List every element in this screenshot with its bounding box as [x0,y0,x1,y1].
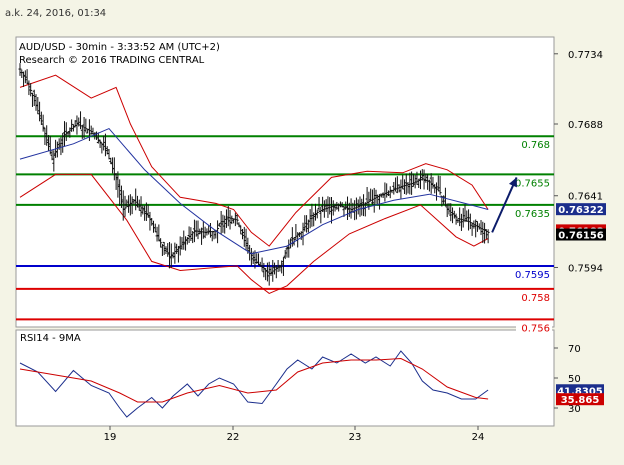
level-label: 0.758 [521,293,550,304]
rsi-panel [15,329,555,427]
level-label: 0.768 [521,140,550,151]
rsi-badge-label: 35.865 [561,395,600,406]
price-badge-label: 0.76322 [558,205,604,216]
rsi-badges: 41.830535.865 [556,384,604,406]
header-date: a.k. 24, 2016, 01:34 [5,8,106,19]
time-tick-label: 19 [104,432,117,443]
price-badge-label: 0.76156 [558,231,604,242]
price-tick-label: 0.7688 [568,120,603,131]
chart-title: AUD/USD - 30min - 3:33:52 AM (UTC+2) [19,42,220,53]
rsi-title: RSI14 - 9MA [20,333,81,344]
rsi-tick-label: 50 [568,374,581,385]
chart-credit: Research © 2016 TRADING CENTRAL [19,55,205,66]
level-label: 0.756 [521,323,550,334]
time-tick-label: 23 [349,432,362,443]
price-tick-label: 0.7594 [568,263,603,274]
level-label: 0.7635 [515,209,550,220]
price-tick-label: 0.7641 [568,192,603,203]
trading-chart: a.k. 24, 2016, 01:34 AUD/USD - 30min - 3… [0,0,624,465]
rsi-tick-label: 70 [568,344,581,355]
level-label: 0.7595 [515,270,550,281]
time-tick-label: 24 [472,432,485,443]
chart-window: a.k. 24, 2016, 01:34 AUD/USD - 30min - 3… [0,0,624,465]
price-tick-label: 0.7734 [568,50,603,61]
time-tick-label: 22 [227,432,240,443]
level-label: 0.7655 [515,178,550,189]
